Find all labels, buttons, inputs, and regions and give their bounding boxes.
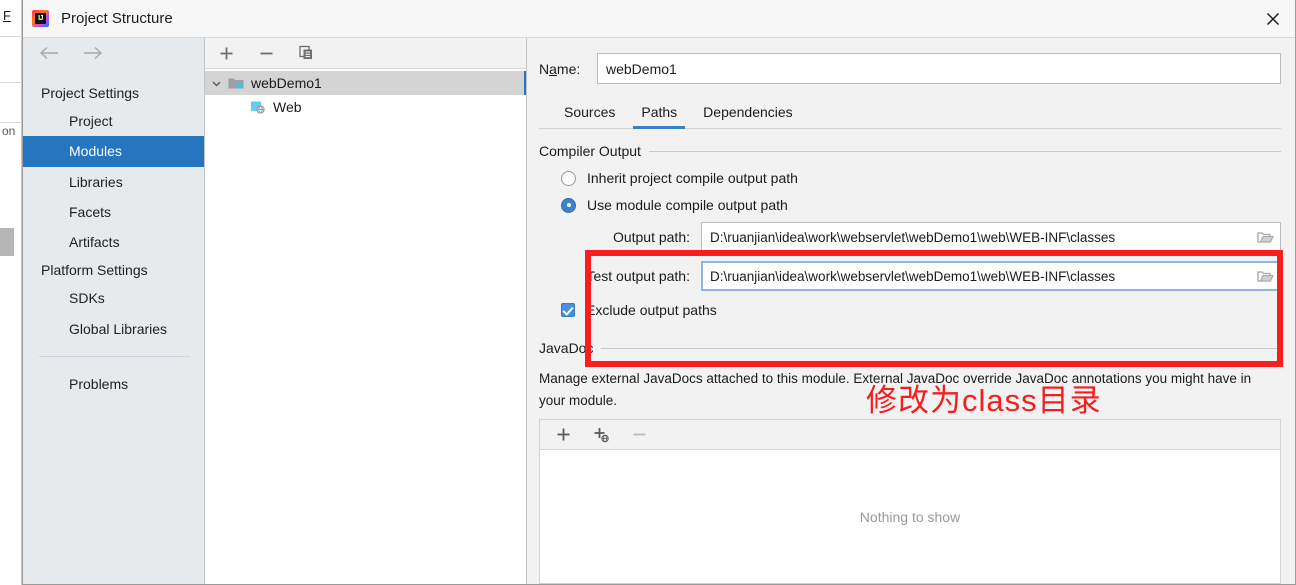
sidebar-group-platform-settings: Platform Settings bbox=[41, 262, 148, 279]
javadoc-section-header: JavaDoc bbox=[539, 340, 1281, 356]
output-paths-block: Output path: D:\ruanjian\idea\work\webse… bbox=[539, 222, 1281, 300]
browse-folder-icon[interactable] bbox=[1254, 226, 1276, 248]
output-path-row: Output path: D:\ruanjian\idea\work\webse… bbox=[561, 222, 1281, 252]
project-structure-dialog: IJ Project Structure Project Settings Pr… bbox=[22, 0, 1296, 585]
output-path-value: D:\ruanjian\idea\work\webservlet\webDemo… bbox=[710, 229, 1116, 245]
dialog-titlebar: IJ Project Structure bbox=[23, 0, 1295, 38]
copy-module-icon[interactable] bbox=[295, 42, 317, 64]
modules-tree-panel: webDemo1 Web bbox=[205, 38, 527, 584]
modules-toolbar bbox=[205, 38, 526, 69]
tree-node-label: Web bbox=[273, 99, 302, 115]
intellij-logo-mark: IJ bbox=[38, 15, 43, 22]
test-output-path-value: D:\ruanjian\idea\work\webservlet\webDemo… bbox=[710, 268, 1116, 284]
sidebar-item-problems[interactable]: Problems bbox=[23, 369, 204, 399]
module-name-label: Name: bbox=[539, 60, 581, 77]
close-icon[interactable] bbox=[1250, 0, 1295, 37]
output-path-label: Output path: bbox=[612, 229, 690, 245]
module-name-input[interactable] bbox=[597, 53, 1281, 84]
settings-sidebar: Project Settings Project Modules Librari… bbox=[23, 38, 205, 584]
sidebar-item-artifacts[interactable]: Artifacts bbox=[23, 227, 204, 257]
tab-dependencies[interactable]: Dependencies bbox=[690, 98, 806, 128]
sidebar-divider bbox=[39, 356, 190, 358]
module-name-row: Name: bbox=[539, 53, 1281, 84]
exclude-output-paths-row[interactable]: Exclude output paths bbox=[539, 302, 1281, 318]
tree-row[interactable]: Web bbox=[205, 95, 526, 119]
radio-use-module-output[interactable]: Use module compile output path bbox=[539, 197, 1281, 213]
web-facet-icon bbox=[249, 100, 267, 114]
radio-button-icon[interactable] bbox=[561, 170, 576, 186]
sidebar-item-libraries[interactable]: Libraries bbox=[23, 167, 204, 197]
remove-module-button[interactable] bbox=[255, 42, 277, 64]
chevron-down-icon[interactable] bbox=[205, 78, 227, 89]
output-path-field[interactable]: D:\ruanjian\idea\work\webservlet\webDemo… bbox=[701, 222, 1281, 252]
sidebar-item-project[interactable]: Project bbox=[23, 106, 204, 136]
add-javadoc-url-icon[interactable] bbox=[590, 424, 612, 446]
sidebar-navigation bbox=[23, 38, 204, 72]
module-tabs: Sources Paths Dependencies bbox=[539, 98, 1281, 129]
window-title: Project Structure bbox=[61, 10, 173, 27]
section-divider bbox=[601, 347, 1281, 349]
compiler-output-label: Compiler Output bbox=[539, 143, 641, 159]
javadoc-description: Manage external JavaDocs attached to thi… bbox=[539, 371, 1252, 408]
radio-label: Use module compile output path bbox=[587, 197, 788, 213]
test-output-path-field[interactable]: D:\ruanjian\idea\work\webservlet\webDemo… bbox=[701, 261, 1281, 291]
add-module-button[interactable] bbox=[215, 42, 237, 64]
backdrop-menu-fragment: F bbox=[3, 8, 11, 23]
backdrop-divider bbox=[0, 36, 22, 37]
backdrop-left-strip: F on bbox=[0, 0, 22, 585]
modules-tree: webDemo1 Web bbox=[205, 69, 526, 584]
tree-node-label: webDemo1 bbox=[251, 75, 322, 91]
tree-row[interactable]: webDemo1 bbox=[205, 71, 526, 95]
remove-javadoc-button[interactable] bbox=[628, 424, 650, 446]
intellij-idea-logo-icon: IJ bbox=[32, 10, 49, 27]
tab-sources[interactable]: Sources bbox=[551, 98, 628, 128]
browse-folder-icon[interactable] bbox=[1254, 265, 1276, 287]
checkbox-checked-icon[interactable] bbox=[561, 303, 575, 317]
sidebar-item-sdks[interactable]: SDKs bbox=[23, 283, 204, 313]
sidebar-item-modules[interactable]: Modules bbox=[23, 136, 204, 167]
backdrop-text-fragment: on bbox=[2, 124, 16, 138]
javadoc-toolbar bbox=[539, 419, 1281, 450]
javadoc-empty-message: Nothing to show bbox=[859, 508, 961, 525]
compiler-output-section-header: Compiler Output bbox=[539, 143, 1281, 159]
backdrop-divider bbox=[0, 82, 22, 83]
javadoc-list[interactable]: Nothing to show bbox=[539, 449, 1281, 584]
exclude-output-paths-label: Exclude output paths bbox=[586, 302, 717, 318]
sidebar-item-global-libraries[interactable]: Global Libraries bbox=[23, 314, 204, 344]
radio-button-selected-icon[interactable] bbox=[561, 197, 576, 213]
section-divider bbox=[648, 150, 1281, 152]
backdrop-divider bbox=[0, 122, 22, 123]
sidebar-group-project-settings: Project Settings bbox=[41, 85, 140, 101]
javadoc-label: JavaDoc bbox=[539, 340, 594, 356]
backdrop-tool-tab bbox=[0, 228, 14, 256]
test-output-path-row: Test output path: D:\ruanjian\idea\work\… bbox=[561, 261, 1281, 291]
radio-label: Inherit project compile output path bbox=[587, 170, 798, 186]
tab-paths[interactable]: Paths bbox=[628, 98, 690, 129]
sidebar-item-facets[interactable]: Facets bbox=[23, 197, 204, 227]
forward-arrow-icon[interactable] bbox=[81, 46, 103, 65]
test-output-path-label: Test output path: bbox=[586, 268, 690, 284]
module-folder-icon bbox=[227, 76, 245, 90]
back-arrow-icon[interactable] bbox=[39, 46, 61, 65]
sidebar-items: Project Settings Project Modules Librari… bbox=[23, 72, 204, 399]
add-javadoc-button[interactable] bbox=[552, 424, 574, 446]
module-settings-content: Name: Sources Paths Dependencies Compile… bbox=[527, 38, 1295, 584]
radio-inherit-project-output[interactable]: Inherit project compile output path bbox=[539, 170, 1281, 186]
dialog-body: Project Settings Project Modules Librari… bbox=[23, 38, 1295, 584]
